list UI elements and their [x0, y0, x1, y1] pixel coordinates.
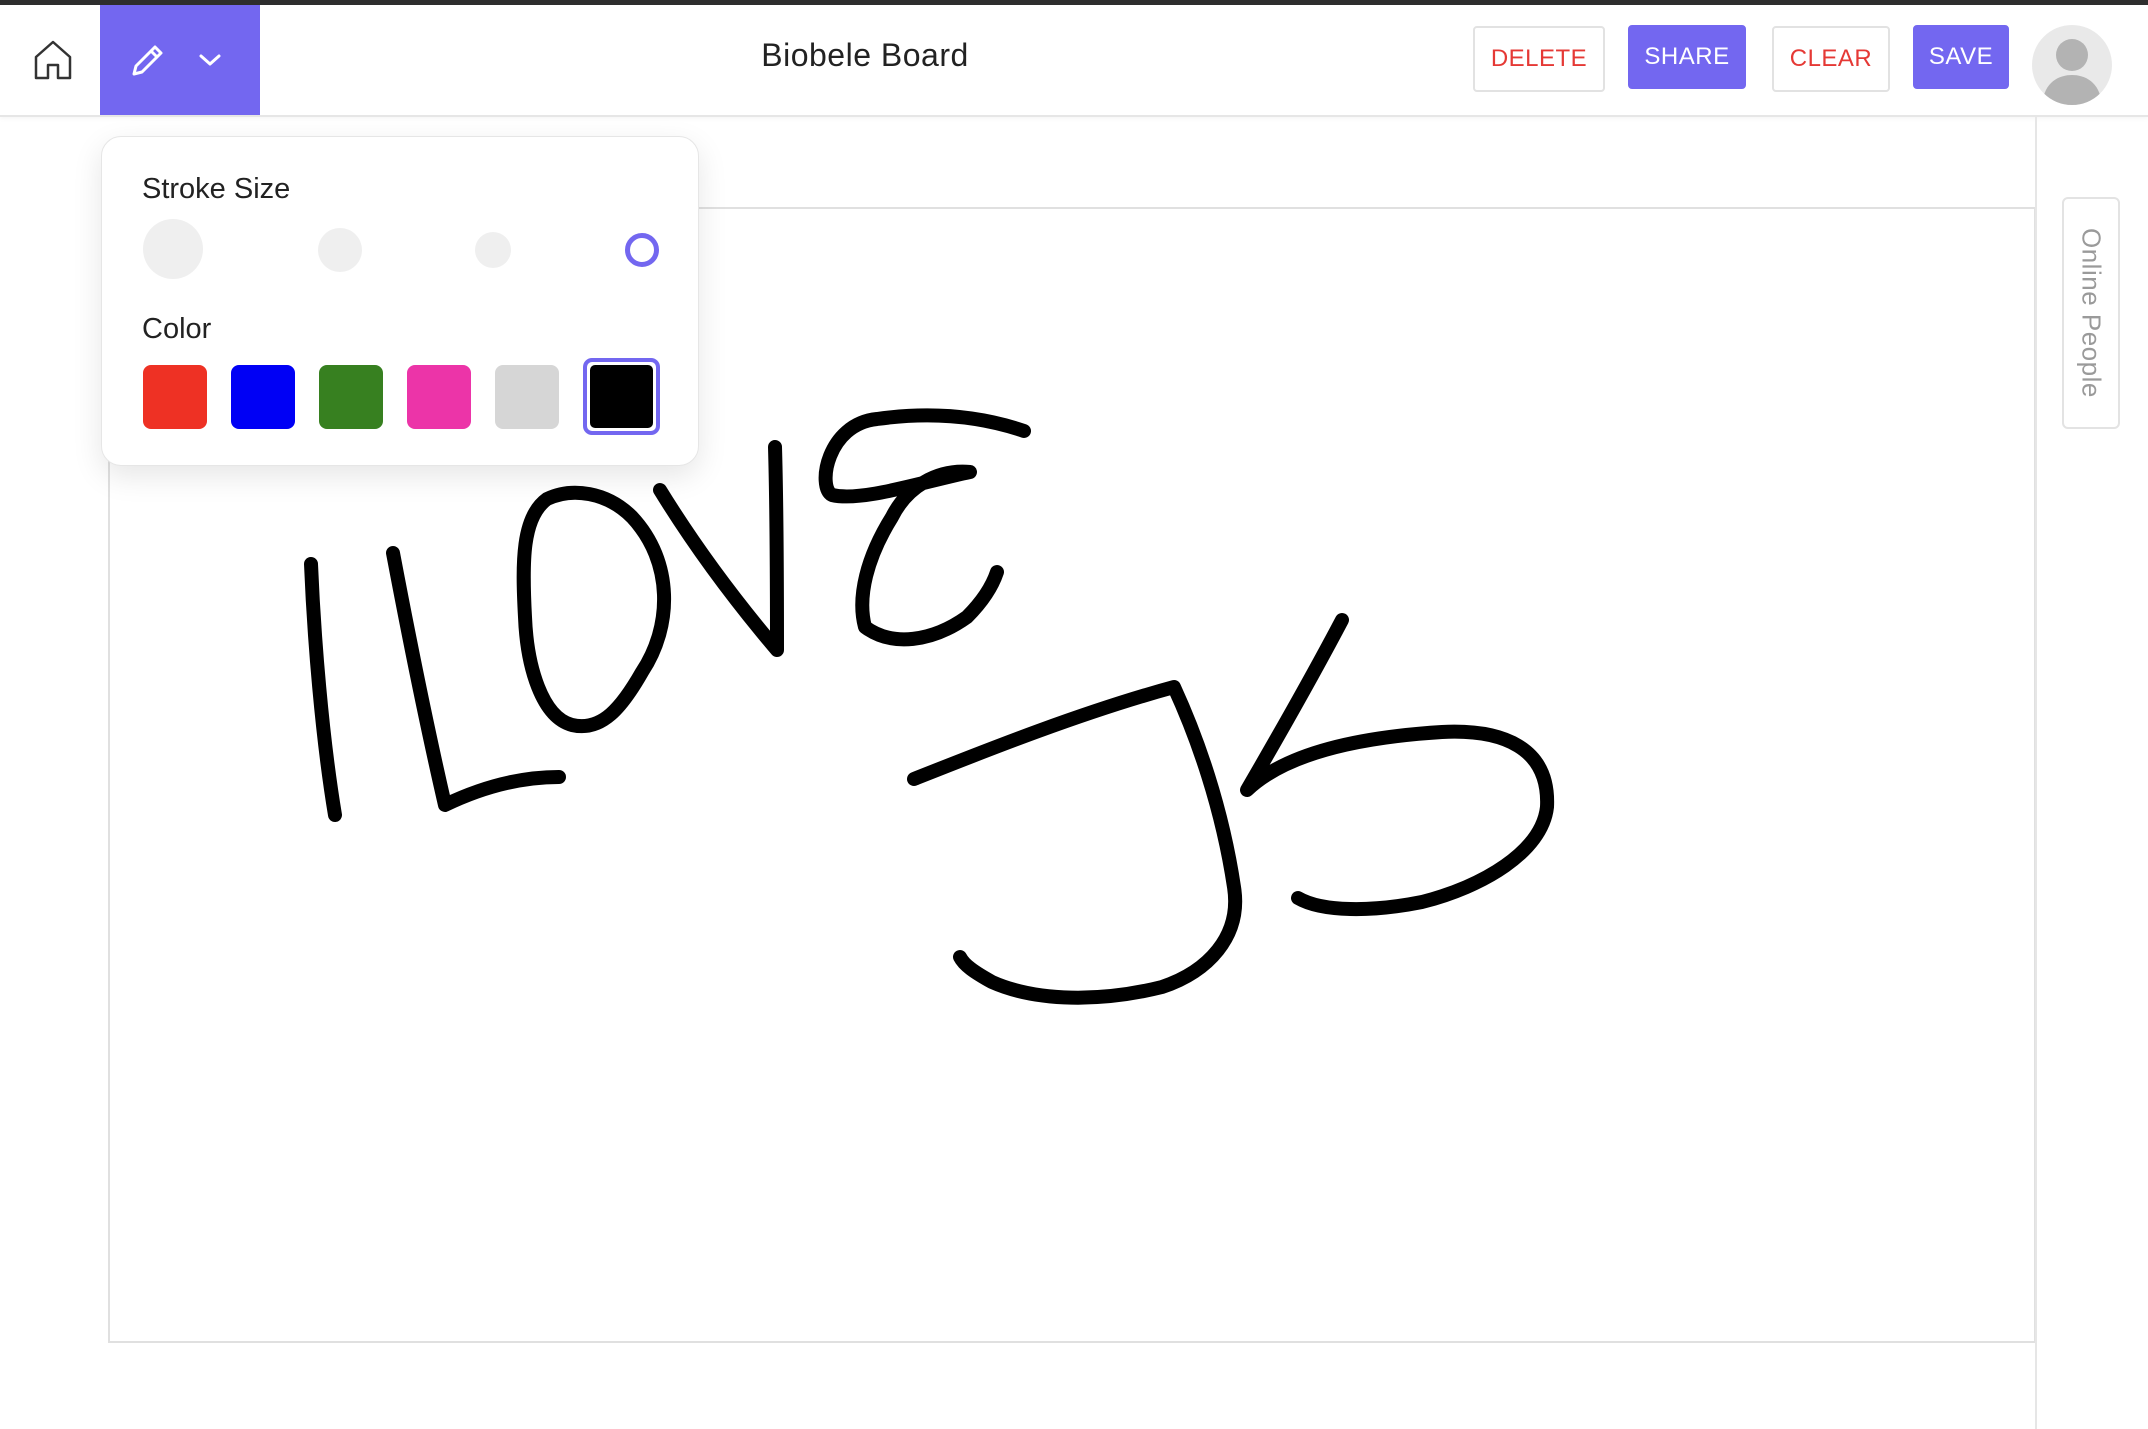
stroke-letter-s [1240, 613, 1555, 917]
stroke-size-small-selected[interactable] [625, 233, 659, 267]
stroke-size-large[interactable] [318, 228, 362, 272]
online-people-label: Online People [2076, 228, 2107, 398]
color-swatch-green[interactable] [319, 365, 383, 429]
app-window: Biobele Board DELETE SHARE CLEAR SAVE On… [0, 0, 2148, 1429]
stroke-size-label: Stroke Size [142, 173, 291, 205]
online-people-tab[interactable]: Online People [2062, 197, 2120, 429]
color-swatch-black-selected[interactable] [583, 358, 660, 435]
stroke-size-extra-large[interactable] [143, 219, 203, 279]
pencil-options-popover: Stroke Size Color [101, 136, 699, 466]
stroke-letter-o [516, 485, 671, 734]
stroke-letter-e [818, 408, 1031, 647]
color-swatch-red[interactable] [143, 365, 207, 429]
stroke-size-medium[interactable] [475, 232, 511, 268]
stroke-letter-i [304, 557, 342, 822]
stroke-letter-j [907, 680, 1243, 1005]
color-swatch-gray[interactable] [495, 365, 559, 429]
color-swatch-pink[interactable] [407, 365, 471, 429]
color-swatch-black [590, 365, 653, 428]
sidebar-divider [2035, 117, 2037, 1429]
color-label: Color [142, 313, 212, 345]
stroke-letter-v [653, 440, 784, 657]
color-swatch-blue[interactable] [231, 365, 295, 429]
